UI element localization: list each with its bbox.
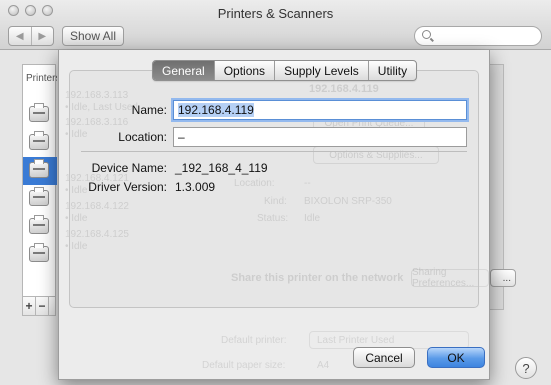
help-button[interactable]: ? [515, 357, 537, 379]
location-label: Location: [118, 130, 167, 144]
name-field[interactable]: 192.168.4.119 [173, 100, 467, 120]
search-icon [422, 30, 431, 39]
printer-icon [29, 187, 49, 206]
name-label: Name: [131, 103, 167, 117]
ok-button[interactable]: OK [427, 347, 485, 368]
tab-utility[interactable]: Utility [367, 61, 416, 80]
tab-supply-levels[interactable]: Supply Levels [274, 61, 368, 80]
window-titlebar: Printers & Scanners ◀ ▶ Show All [0, 0, 551, 50]
printer-list-item[interactable] [23, 241, 57, 269]
printer-icon [29, 103, 49, 122]
tab-options[interactable]: Options [213, 61, 274, 80]
printer-list-item[interactable] [23, 129, 57, 157]
back-forward-control: ◀ ▶ [8, 26, 54, 46]
printer-list-item[interactable] [23, 213, 57, 241]
remove-printer-button[interactable]: − [36, 297, 49, 315]
cancel-button[interactable]: Cancel [353, 347, 415, 368]
printer-list-item-selected[interactable] [23, 157, 57, 185]
printer-list-item[interactable] [23, 101, 57, 129]
printer-list-item[interactable] [23, 185, 57, 213]
printer-icon [29, 131, 49, 150]
ghost-default-printer-label: Default printer: [221, 335, 287, 346]
sharing-preferences-button[interactable]: ... [490, 269, 516, 287]
ghost-default-printer-value: Last Printer Used [317, 335, 395, 346]
device-name-label: Device Name: [91, 161, 167, 175]
window-title: Printers & Scanners [217, 6, 334, 21]
forward-arrow-icon[interactable]: ▶ [30, 27, 54, 45]
driver-version-label: Driver Version: [88, 180, 167, 194]
sheet-tab-bar: General Options Supply Levels Utility [152, 60, 418, 81]
printer-icon [29, 215, 49, 234]
ghost-default-paper-label: Default paper size: [202, 360, 286, 371]
device-name-value: _192_168_4_119 [175, 161, 268, 175]
back-arrow-icon[interactable]: ◀ [9, 27, 31, 45]
location-field[interactable]: – [173, 127, 467, 147]
add-printer-button[interactable]: + [23, 297, 36, 315]
section-divider [81, 151, 467, 152]
add-remove-bar: + − [22, 296, 56, 316]
name-field-value: 192.168.4.119 [178, 103, 254, 117]
tab-general[interactable]: General [153, 61, 214, 80]
printer-list[interactable]: Printers [22, 64, 57, 310]
search-field[interactable] [414, 26, 542, 46]
printer-info-sheet: 192.168.3.113 • Idle, Last Used 192.168.… [58, 50, 490, 380]
ghost-default-paper-value: A4 [317, 360, 330, 371]
printer-icon [29, 159, 49, 178]
show-all-button[interactable]: Show All [62, 26, 124, 46]
printer-icon [29, 243, 49, 262]
printer-list-header: Printers [26, 73, 57, 84]
driver-version-value: 1.3.009 [175, 180, 216, 194]
